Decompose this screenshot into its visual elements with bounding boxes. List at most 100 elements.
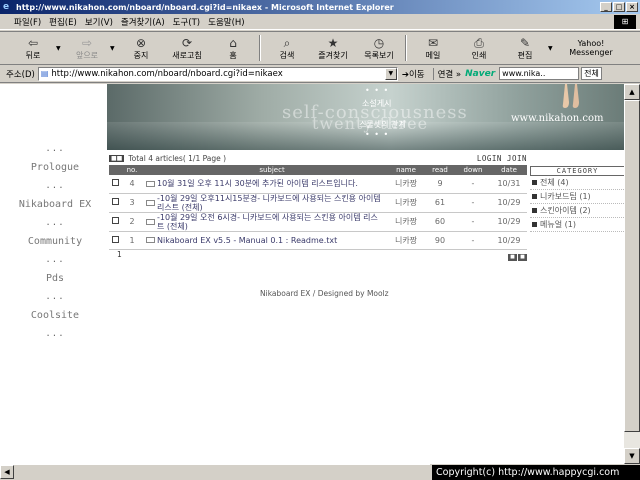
naver-search-input[interactable]: www.nika..	[499, 67, 580, 80]
category-item-tips[interactable]: 니카보드팁 (1)	[530, 190, 624, 204]
nav-dots: ...	[45, 144, 65, 154]
bullet-icon	[532, 222, 537, 227]
row-subject-link[interactable]: -10월 29일 오전 6시경- 니카보드에 사용되는 스킨용 아이템 리스트 …	[157, 212, 387, 232]
print-button[interactable]: ⎙ 인쇄	[456, 32, 502, 64]
minimize-button[interactable]: _	[600, 2, 612, 12]
forward-arrow-icon: ⇨	[81, 35, 93, 50]
nav-dots: ...	[45, 292, 65, 302]
table-row: 2 -10월 29일 오전 6시경- 니카보드에 사용되는 스킨용 아이템 리스…	[109, 212, 527, 232]
row-name[interactable]: 니카짱	[387, 231, 425, 250]
row-date: 10/31	[491, 175, 527, 194]
banner-dots-top: • • •	[365, 86, 390, 95]
horizontal-scrollbar[interactable]: ◀	[0, 464, 430, 480]
column-down: down	[455, 165, 491, 175]
links-button[interactable]: 연결 »	[432, 67, 461, 80]
row-checkbox[interactable]	[111, 235, 119, 243]
menu-edit[interactable]: 편집(E)	[49, 16, 77, 28]
home-button[interactable]: ⌂ 홈	[210, 32, 256, 64]
forward-dropdown-icon[interactable]: ▼	[110, 45, 118, 52]
menu-help[interactable]: 도움말(H)	[208, 16, 244, 28]
category-item-skin[interactable]: 스킨아이템 (2)	[530, 204, 624, 218]
maximize-button[interactable]: □	[613, 2, 625, 12]
row-down: -	[455, 175, 491, 194]
nav-dots: ...	[45, 181, 65, 191]
scroll-thumb[interactable]	[624, 100, 640, 432]
address-label: 주소(D)	[6, 69, 35, 80]
back-dropdown-icon[interactable]: ▼	[56, 45, 64, 52]
row-subject-link[interactable]: 10월 31일 오후 11시 30분에 추가된 아이템 리스트입니다.	[157, 175, 387, 194]
naver-logo[interactable]: Naver	[465, 69, 495, 79]
row-no: 2	[121, 212, 143, 232]
menu-tools[interactable]: 도구(T)	[173, 16, 200, 28]
edit-dropdown-icon[interactable]: ▼	[548, 45, 556, 52]
favorites-button[interactable]: ★ 즐겨찾기	[310, 32, 356, 64]
edit-button[interactable]: ✎ 편집	[502, 32, 548, 64]
naver-scope-select[interactable]: 전체	[581, 67, 602, 80]
scroll-down-icon[interactable]: ▼	[624, 448, 640, 464]
print-icon: ⎙	[474, 35, 484, 50]
address-dropdown-icon[interactable]: ▼	[384, 67, 397, 80]
write-button[interactable]: ■	[518, 254, 527, 261]
row-read: 90	[425, 231, 455, 250]
edit-label: 편집	[517, 50, 533, 60]
row-name[interactable]: 니카짱	[387, 193, 425, 213]
history-button[interactable]: ◷ 목록보기	[356, 32, 402, 64]
feet-icon	[562, 84, 579, 108]
row-checkbox[interactable]	[111, 198, 119, 205]
row-read: 60	[425, 212, 455, 232]
row-subject-link[interactable]: Nikaboard EX v5.5 - Manual 0.1 : Readme.…	[157, 231, 387, 250]
back-button[interactable]: ⇦ 뒤로	[10, 32, 56, 64]
mail-button[interactable]: ✉ 메일	[410, 32, 456, 64]
list-button[interactable]: ■	[508, 254, 517, 261]
go-button[interactable]: ➔이동	[402, 68, 425, 80]
favorites-icon: ★	[327, 35, 339, 50]
row-subject-link[interactable]: -10월 29일 오후11시15분경- 니카보드에 사용되는 스킨용 아이템 리…	[157, 193, 387, 213]
nav-dots: ...	[45, 255, 65, 265]
nav-dots: ...	[45, 329, 65, 339]
category-item-all[interactable]: 전체 (4)	[530, 176, 624, 190]
nav-item-pds[interactable]: Pds	[0, 269, 110, 292]
nav-item-community[interactable]: Community	[0, 232, 110, 255]
board-footer: 1 ■ ■	[109, 250, 527, 261]
row-name[interactable]: 니카짱	[387, 212, 425, 232]
print-label: 인쇄	[471, 50, 487, 60]
banner-url: www.nikahon.com	[511, 113, 604, 124]
article-table: no. subject name read down date 4 10월 31…	[109, 165, 527, 250]
category-item-manual[interactable]: 메뉴얼 (1)	[530, 218, 624, 232]
ie-icon: e	[3, 2, 10, 12]
refresh-icon: ⟳	[181, 35, 193, 50]
row-checkbox[interactable]	[111, 179, 119, 187]
login-join-links[interactable]: LOGIN JOIN	[477, 154, 527, 163]
row-no: 4	[121, 175, 143, 194]
home-icon: ⌂	[229, 35, 237, 50]
nav-item-nikaboard-ex[interactable]: Nikaboard EX	[0, 195, 110, 218]
scroll-left-icon[interactable]: ◀	[0, 465, 14, 479]
row-down: -	[455, 193, 491, 213]
board-header: ■■ Total 4 articles( 1/1 Page ) LOGIN JO…	[109, 153, 527, 163]
address-input[interactable]: ▤ http://www.nikahon.com/nboard/nboard.c…	[37, 66, 398, 81]
menu-file[interactable]: 파일(F)	[14, 16, 41, 28]
article-count: Total 4 articles( 1/1 Page )	[128, 153, 227, 163]
close-button[interactable]: ×	[626, 2, 638, 12]
page-number[interactable]: 1	[117, 250, 122, 259]
menu-view[interactable]: 보기(V)	[85, 16, 113, 28]
nav-item-prologue[interactable]: Prologue	[0, 158, 110, 181]
row-down: -	[455, 231, 491, 250]
back-label: 뒤로	[25, 50, 41, 60]
refresh-button[interactable]: ⟳ 새로고침	[164, 32, 210, 64]
document-icon	[145, 237, 155, 243]
forward-button[interactable]: ⇨ 앞으로	[64, 32, 110, 64]
row-checkbox[interactable]	[111, 217, 119, 224]
nav-item-coolsite[interactable]: Coolsite	[0, 306, 110, 329]
document-icon	[145, 218, 155, 225]
scroll-up-icon[interactable]: ▲	[624, 84, 640, 100]
board-admin-icon[interactable]: ■■	[109, 154, 125, 162]
row-name[interactable]: 니카짱	[387, 175, 425, 194]
yahoo-messenger-button[interactable]: Yahoo! Messenger	[556, 39, 626, 57]
home-label: 홈	[229, 50, 237, 60]
row-read: 61	[425, 193, 455, 213]
stop-button[interactable]: ⊗ 중지	[118, 32, 164, 64]
vertical-scrollbar[interactable]: ▲ ▼	[624, 84, 640, 464]
menu-favorites[interactable]: 즐겨찾기(A)	[121, 16, 165, 28]
search-button[interactable]: ⌕ 검색	[264, 32, 310, 64]
